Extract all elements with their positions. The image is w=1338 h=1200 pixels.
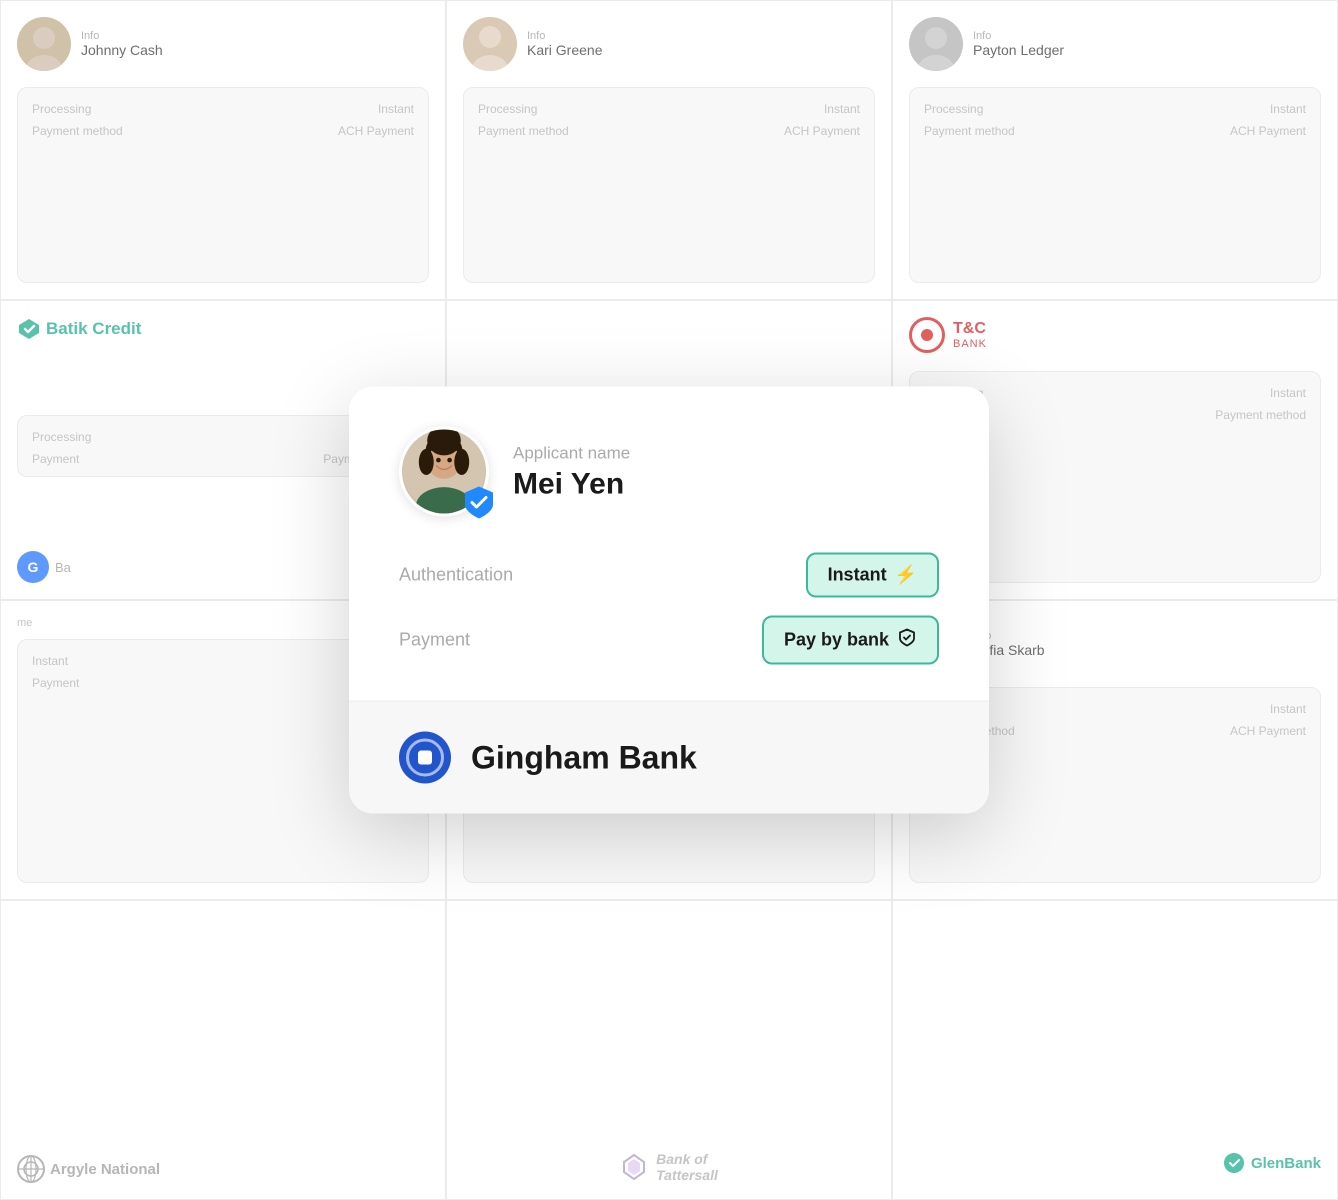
bg-cell-kari: Info Kari Greene Processing Instant Paym… (446, 0, 892, 300)
bankot-logo: Bank of Tattersall (620, 1151, 718, 1183)
bg-name-johnny: Johnny Cash (81, 42, 163, 58)
bg-avatar-payton (909, 17, 963, 71)
bg-instant-1: Instant (378, 102, 414, 116)
batik-logo: Batik Credit (17, 317, 429, 341)
instant-badge: Instant ⚡ (806, 553, 939, 598)
avatar-wrapper (399, 427, 489, 517)
bg-info-label-1: Info (81, 30, 163, 42)
gingham-bank-icon (399, 732, 451, 784)
argyle-national-logo: Argyle National (17, 1155, 429, 1183)
modal-bottom-section: Gingham Bank (349, 701, 989, 814)
bg-cell-johnny: Info Johnny Cash Processing Instant Paym… (0, 0, 446, 300)
bg-ach-2: ACH Payment (784, 124, 860, 138)
modal-top-section: Applicant name Mei Yen Authentication In… (349, 387, 989, 701)
tc-logo: T&C (953, 320, 987, 338)
gingham-bank-name: Gingham Bank (471, 739, 697, 776)
bg-info-label-2: Info (527, 30, 602, 42)
bg-cell-argyle: Argyle National (0, 900, 446, 1200)
detail-rows: Authentication Instant ⚡ Payment Pay by … (399, 553, 939, 665)
applicant-name-label: Applicant name (513, 443, 630, 463)
lightning-icon: ⚡ (895, 565, 917, 586)
bg-avatar-johnny (17, 17, 71, 71)
bg-processing-3: Processing (924, 102, 983, 116)
bg-pm-1: Payment method (32, 124, 123, 138)
authentication-row: Authentication Instant ⚡ (399, 553, 939, 598)
pay-by-bank-badge: Pay by bank (762, 616, 939, 665)
authentication-label: Authentication (399, 565, 513, 586)
applicant-info: Applicant name Mei Yen (513, 443, 630, 500)
bg-instant-2: Instant (824, 102, 860, 116)
verified-shield-badge (461, 485, 497, 521)
bg-pm-3: Payment method (924, 124, 1015, 138)
instant-badge-text: Instant (828, 565, 887, 586)
gingham-icon-center (418, 751, 432, 765)
bg-ach-1: ACH Payment (338, 124, 414, 138)
bg-ach-3: ACH Payment (1230, 124, 1306, 138)
pay-by-bank-text: Pay by bank (784, 630, 889, 651)
bg-info-label-3: Info (973, 30, 1064, 42)
shield-check-icon (897, 628, 917, 653)
payment-label: Payment (399, 630, 470, 651)
bg-avatar-kari (463, 17, 517, 71)
glenbank-logo: GlenBank (1222, 1151, 1321, 1175)
bg-instant-3: Instant (1270, 102, 1306, 116)
bg-cell-payton: Info Payton Ledger Processing Instant Pa… (892, 0, 1338, 300)
bg-name-payton: Payton Ledger (973, 42, 1064, 58)
gingham-icon-ring (406, 739, 444, 777)
bg-cell-bankot: Bank of Tattersall (446, 900, 892, 1200)
bg-processing-1: Processing (32, 102, 91, 116)
applicant-section: Applicant name Mei Yen (399, 427, 939, 517)
bg-processing-2: Processing (478, 102, 537, 116)
bg-cell-glenbank: GlenBank (892, 900, 1338, 1200)
applicant-name-value: Mei Yen (513, 467, 630, 500)
bg-name-kari: Kari Greene (527, 42, 602, 58)
payment-row: Payment Pay by bank (399, 616, 939, 665)
modal-card: Applicant name Mei Yen Authentication In… (349, 387, 989, 814)
bg-pm-2: Payment method (478, 124, 569, 138)
